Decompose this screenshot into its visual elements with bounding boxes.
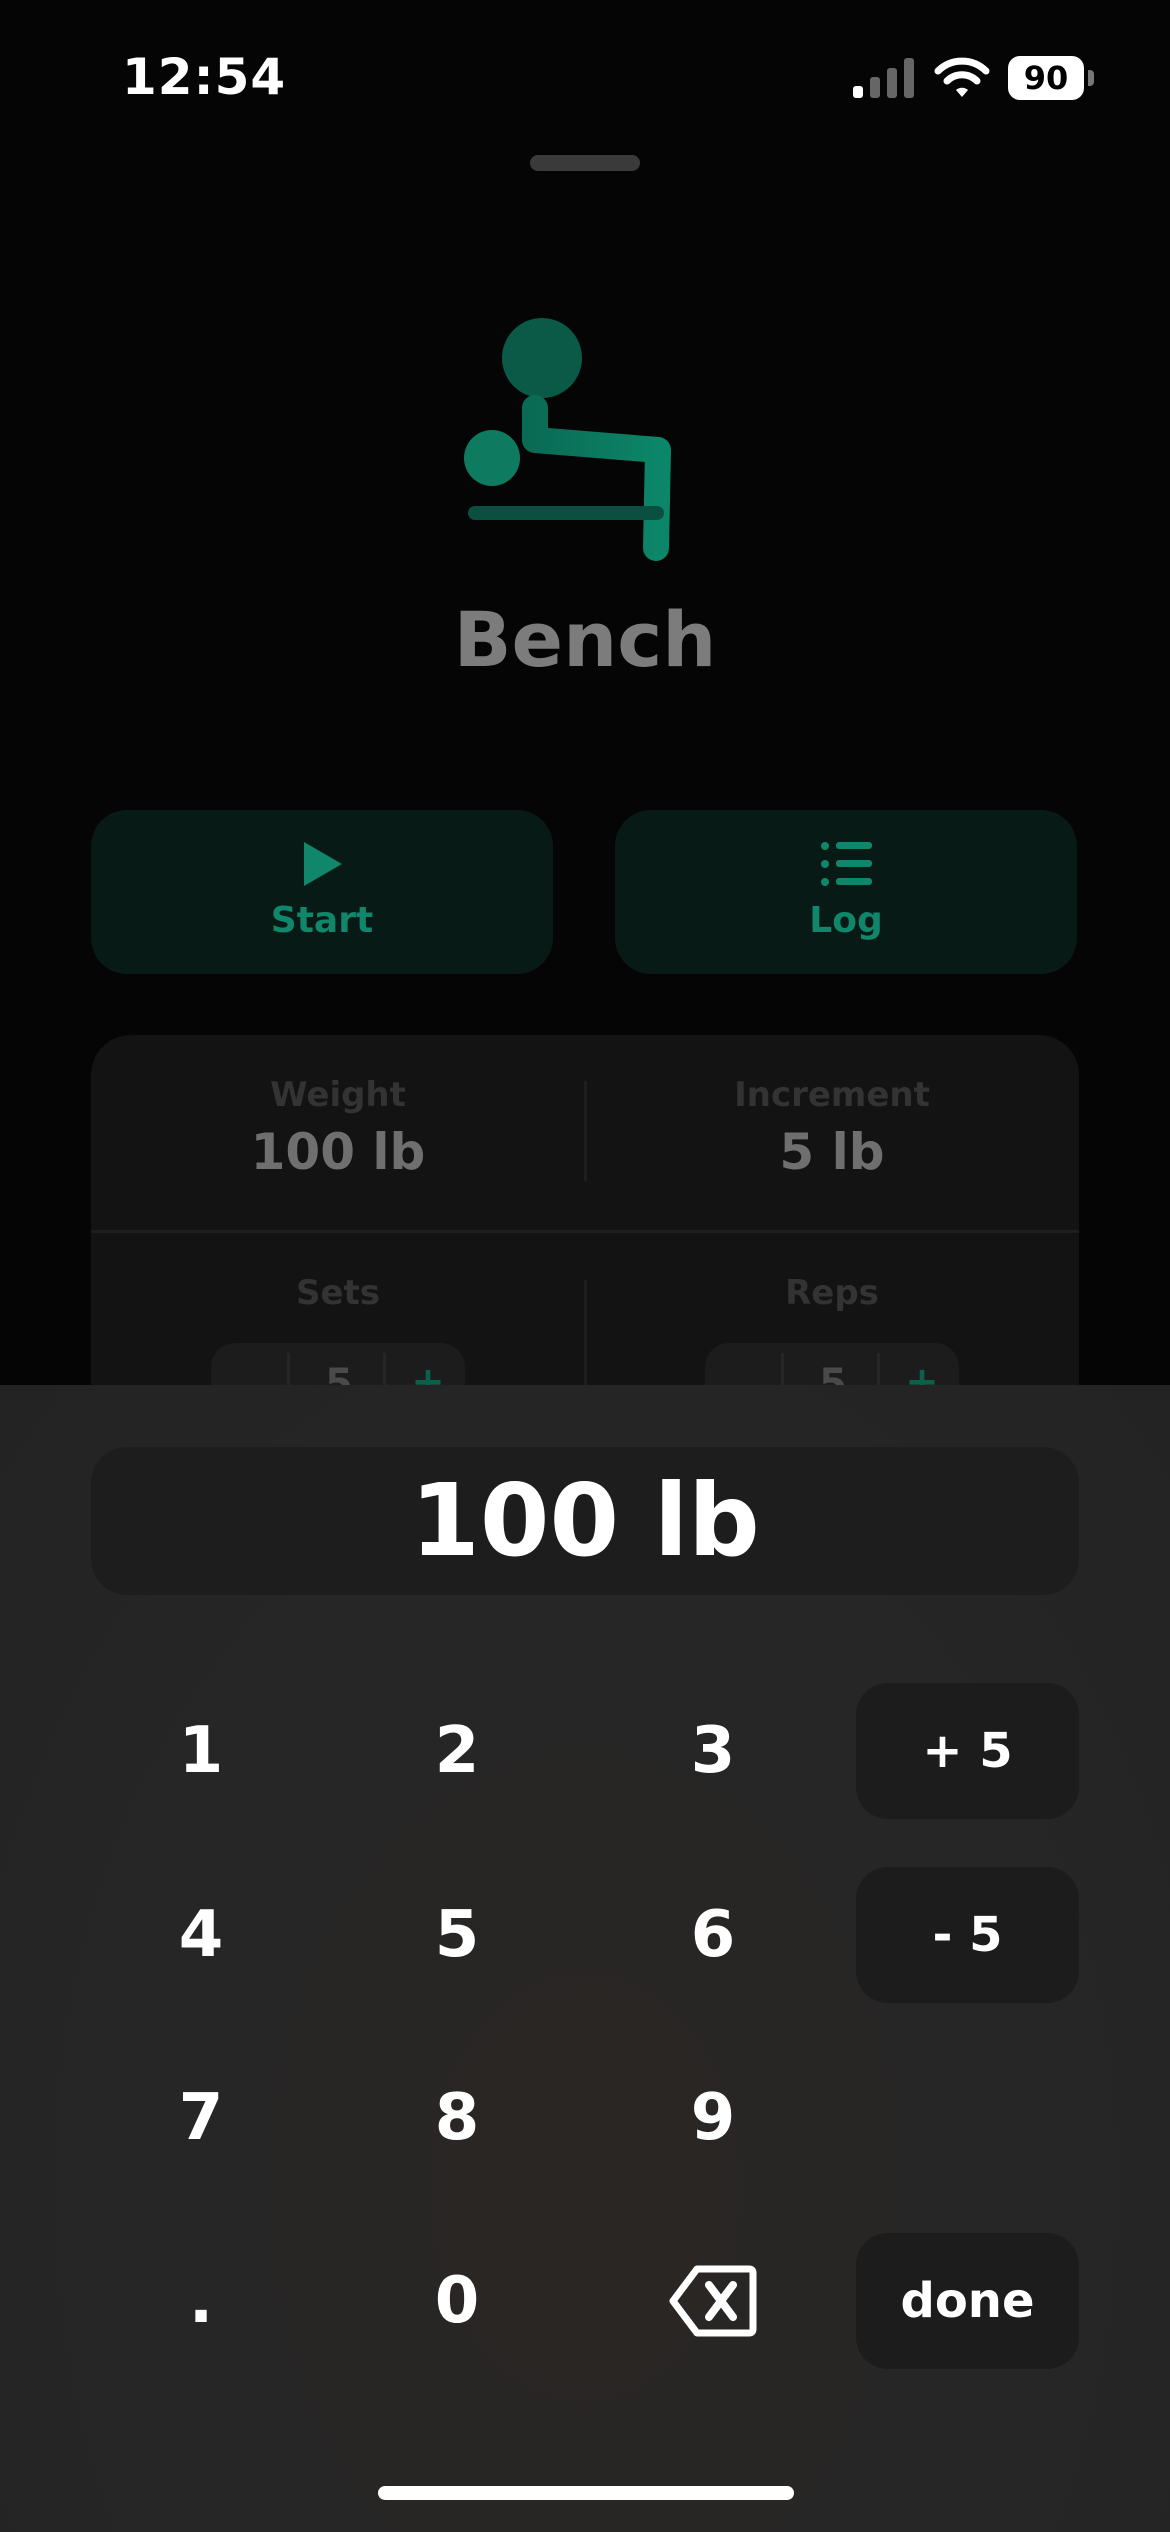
minus-increment-button[interactable]: - 5: [856, 1867, 1079, 2003]
status-bar: 12:54 90: [0, 0, 1170, 150]
screen: 12:54 90 Bench Start Log Weight 100 lb I…: [0, 0, 1170, 2532]
exercise-title: Bench: [453, 595, 717, 684]
list-icon: [821, 842, 872, 886]
backspace-icon: [669, 2265, 757, 2337]
battery-icon: 90: [1008, 56, 1094, 100]
play-icon: [304, 842, 342, 886]
start-button[interactable]: Start: [91, 810, 553, 974]
home-indicator[interactable]: [378, 2486, 794, 2500]
increment-setting[interactable]: Increment 5 lb: [585, 1075, 1079, 1181]
weight-setting[interactable]: Weight 100 lb: [91, 1075, 585, 1181]
key-4[interactable]: 4: [86, 1867, 316, 2003]
start-label: Start: [270, 900, 374, 941]
key-5[interactable]: 5: [342, 1867, 572, 2003]
settings-card: Weight 100 lb Increment 5 lb Sets 5 + Re…: [91, 1035, 1079, 1435]
battery-level: 90: [1008, 56, 1084, 100]
key-decimal[interactable]: .: [86, 2233, 316, 2369]
sets-setting: Sets: [91, 1273, 585, 1313]
key-8[interactable]: 8: [342, 2050, 572, 2186]
key-0[interactable]: 0: [342, 2233, 572, 2369]
increment-label: Increment: [734, 1075, 930, 1115]
backspace-button[interactable]: [598, 2233, 828, 2369]
weight-display: 100 lb: [91, 1447, 1079, 1595]
key-2[interactable]: 2: [342, 1683, 572, 1819]
sheet-grabber[interactable]: [530, 155, 640, 171]
weight-value: 100 lb: [250, 1123, 426, 1181]
status-time: 12:54: [122, 48, 287, 106]
cellular-signal-icon: [853, 58, 914, 98]
battery-tip: [1088, 70, 1094, 86]
done-button[interactable]: done: [856, 2233, 1079, 2369]
key-3[interactable]: 3: [598, 1683, 828, 1819]
wifi-icon: [934, 57, 990, 97]
increment-value: 5 lb: [779, 1123, 885, 1181]
bench-press-icon: [464, 318, 671, 561]
log-label: Log: [809, 900, 883, 941]
key-7[interactable]: 7: [86, 2050, 316, 2186]
key-1[interactable]: 1: [86, 1683, 316, 1819]
sets-label: Sets: [295, 1273, 381, 1313]
reps-setting: Reps: [585, 1273, 1079, 1313]
log-button[interactable]: Log: [615, 810, 1077, 974]
weight-label: Weight: [270, 1075, 406, 1115]
divider: [91, 1230, 1079, 1233]
reps-label: Reps: [785, 1273, 879, 1313]
key-6[interactable]: 6: [598, 1867, 828, 2003]
key-9[interactable]: 9: [598, 2050, 828, 2186]
plus-increment-button[interactable]: + 5: [856, 1683, 1079, 1819]
keypad-sheet: 100 lb 1 2 3 + 5 4 5 6 - 5 7 8 9 . 0 don…: [0, 1385, 1170, 2532]
